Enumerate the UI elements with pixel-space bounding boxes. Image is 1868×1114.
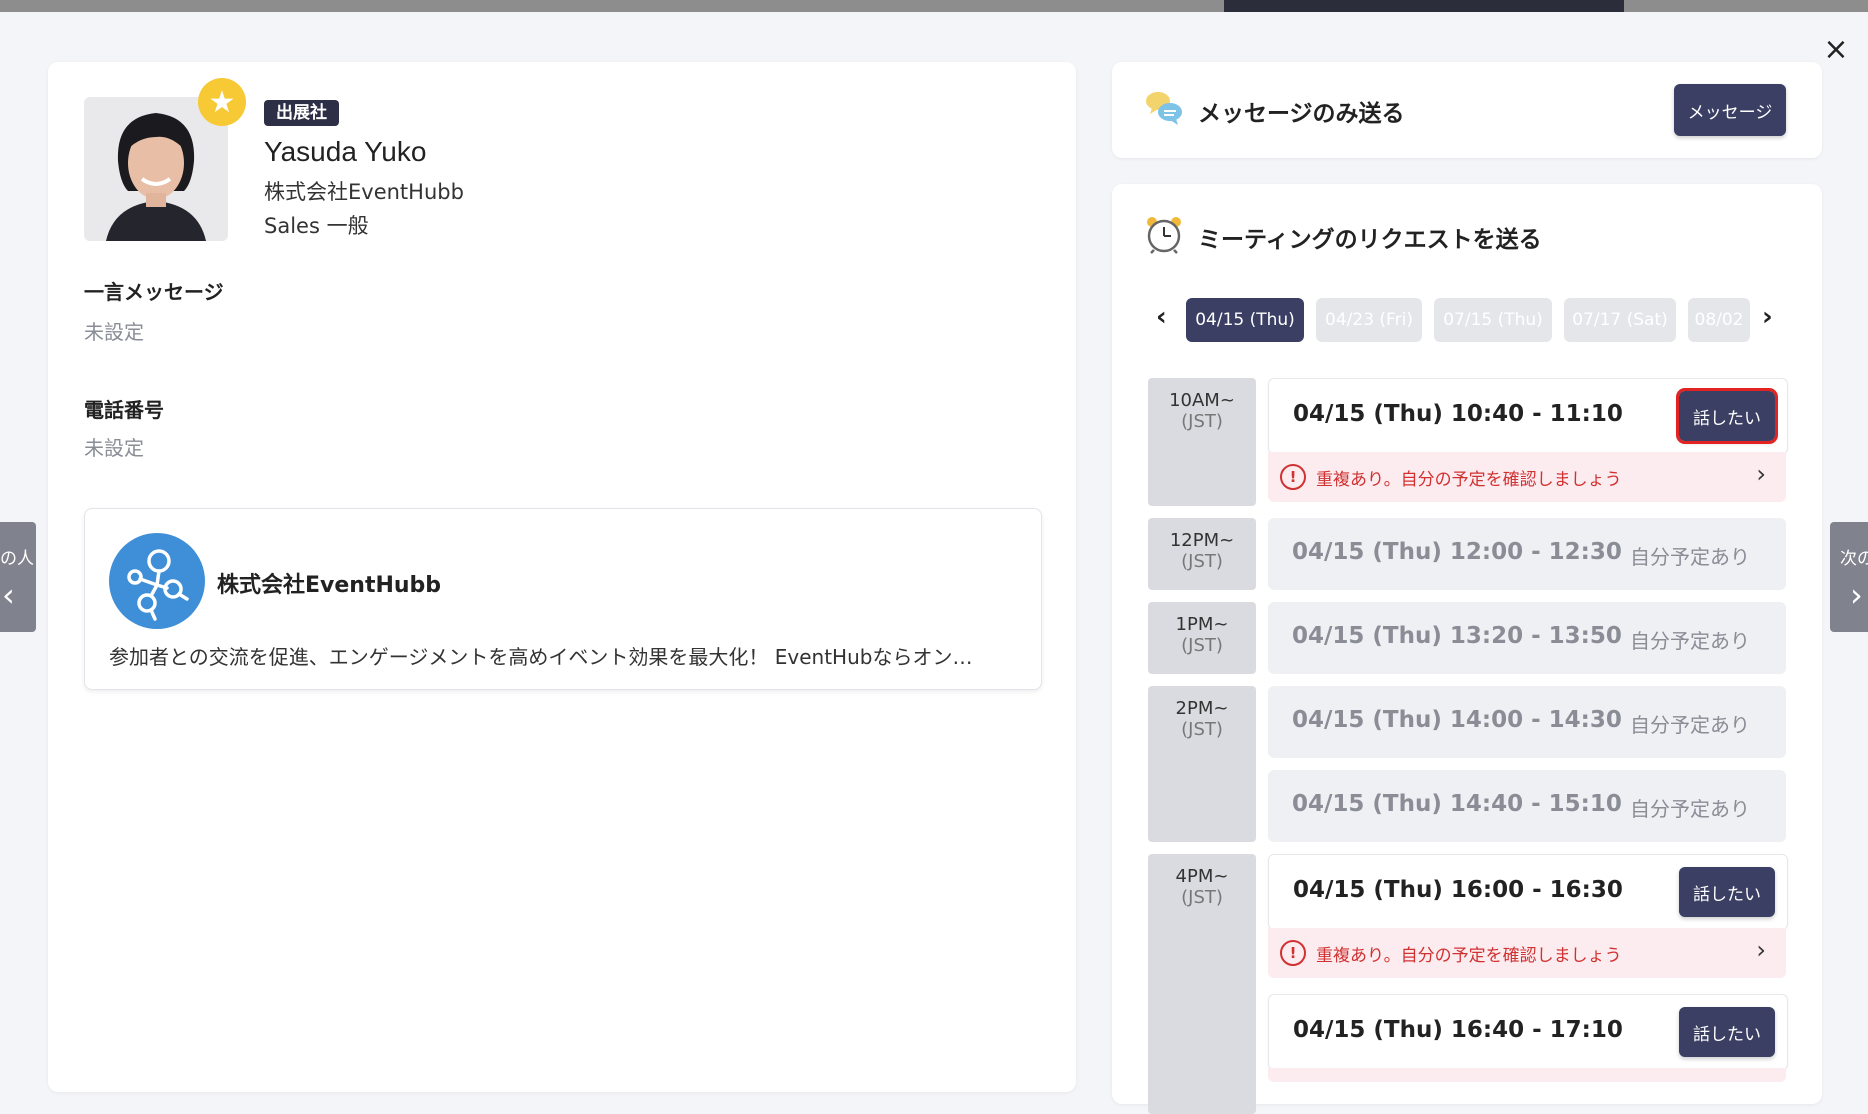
time-label-tz: (JST) [1181, 551, 1223, 572]
message-only-card: メッセージのみ送る メッセージ [1112, 62, 1822, 158]
prev-person-label: の人 [0, 549, 34, 569]
time-label-text: 1PM~ [1175, 614, 1229, 635]
chevron-left-icon: ‹ [2, 576, 15, 614]
message-button[interactable]: メッセージ [1674, 84, 1786, 136]
time-label-2pm: 2PM~ (JST) [1148, 686, 1256, 842]
next-person-button[interactable]: 次の › [1830, 522, 1868, 632]
message-value: 未設定 [84, 320, 144, 344]
alarm-clock-icon [1144, 214, 1184, 254]
time-label-12pm: 12PM~ (JST) [1148, 518, 1256, 590]
slot-busy-status: 自分予定あり [1630, 713, 1750, 737]
meeting-section-title: ミーティングのリクエストを送る [1198, 227, 1542, 253]
slot-time: 04/15 (Thu) 14:00 - 14:30 [1292, 707, 1622, 733]
slot-busy-status: 自分予定あり [1630, 629, 1750, 653]
time-slot: 04/15 (Thu) 16:40 - 17:10 話したい [1268, 994, 1788, 1070]
time-label-text: 10AM~ [1169, 390, 1235, 411]
profile-role: Sales 一般 [264, 214, 369, 238]
chat-bubbles-icon [1144, 88, 1184, 128]
time-label-4pm: 4PM~ (JST) [1148, 854, 1256, 1114]
phone-label: 電話番号 [84, 398, 164, 422]
date-next-chevron-icon[interactable]: › [1762, 302, 1773, 332]
request-talk-button[interactable]: 話したい [1679, 867, 1775, 917]
time-label-text: 2PM~ [1175, 698, 1229, 719]
time-slot: 04/15 (Thu) 16:00 - 16:30 話したい [1268, 854, 1788, 930]
exhibitor-badge: 出展社 [264, 100, 339, 126]
conflict-warning[interactable]: ! 重複あり。自分の予定を確認しましょう › [1268, 452, 1786, 502]
company-description: 参加者との交流を促進、エンゲージメントを高めイベント効果を最大化！ EventH… [109, 645, 973, 669]
meeting-request-card: ミーティングのリクエストを送る ‹ 04/15 (Thu) 04/23 (Fri… [1112, 184, 1822, 1114]
slot-time: 04/15 (Thu) 12:00 - 12:30 [1292, 539, 1622, 565]
phone-value: 未設定 [84, 436, 144, 460]
slot-time: 04/15 (Thu) 16:40 - 17:10 [1293, 1017, 1623, 1043]
date-tab-3[interactable]: 07/17 (Sat) [1564, 298, 1676, 342]
company-name: 株式会社EventHubb [217, 573, 442, 598]
slot-time: 04/15 (Thu) 14:40 - 15:10 [1292, 791, 1622, 817]
message-section-title: メッセージのみ送る [1198, 101, 1405, 127]
star-icon: ★ [198, 78, 246, 126]
chevron-right-icon: › [1756, 936, 1766, 964]
profile-company: 株式会社EventHubb [264, 180, 464, 204]
date-tab-2[interactable]: 07/15 (Thu) [1434, 298, 1552, 342]
time-slot: 04/15 (Thu) 12:00 - 12:30 自分予定あり [1268, 518, 1786, 590]
time-slot: 04/15 (Thu) 14:40 - 15:10 自分予定あり [1268, 770, 1786, 842]
warning-text: 重複あり。自分の予定を確認しましょう [1316, 470, 1622, 490]
chevron-right-icon: › [1756, 460, 1766, 488]
background-page-strip [0, 0, 1868, 12]
slot-time: 04/15 (Thu) 16:00 - 16:30 [1293, 877, 1623, 903]
time-slot: 04/15 (Thu) 10:40 - 11:10 話したい [1268, 378, 1788, 454]
time-label-text: 12PM~ [1169, 530, 1235, 551]
slot-busy-status: 自分予定あり [1630, 797, 1750, 821]
chevron-right-icon: › [1850, 576, 1863, 614]
close-icon[interactable]: × [1818, 32, 1854, 68]
warning-icon: ! [1280, 940, 1306, 966]
time-label-tz: (JST) [1181, 411, 1223, 432]
company-logo [109, 533, 205, 629]
message-label: 一言メッセージ [84, 280, 224, 304]
time-label-tz: (JST) [1181, 887, 1223, 908]
slot-time: 04/15 (Thu) 10:40 - 11:10 [1293, 401, 1623, 427]
warning-icon: ! [1280, 464, 1306, 490]
time-label-10am: 10AM~ (JST) [1148, 378, 1256, 506]
slot-busy-status: 自分予定あり [1630, 545, 1750, 569]
date-tab-1[interactable]: 04/23 (Fri) [1316, 298, 1422, 342]
time-label-tz: (JST) [1181, 635, 1223, 656]
date-tab-0[interactable]: 04/15 (Thu) [1186, 298, 1304, 342]
company-card[interactable]: 株式会社EventHubb 参加者との交流を促進、エンゲージメントを高めイベント… [84, 508, 1042, 690]
time-slot: 04/15 (Thu) 13:20 - 13:50 自分予定あり [1268, 602, 1786, 674]
slot-time: 04/15 (Thu) 13:20 - 13:50 [1292, 623, 1622, 649]
time-label-tz: (JST) [1181, 719, 1223, 740]
request-talk-button[interactable]: 話したい [1679, 1007, 1775, 1057]
time-slot: 04/15 (Thu) 14:00 - 14:30 自分予定あり [1268, 686, 1786, 758]
conflict-warning[interactable]: ! 重複あり。自分の予定を確認しましょう › [1268, 928, 1786, 978]
next-person-label: 次の [1840, 549, 1868, 569]
time-label-1pm: 1PM~ (JST) [1148, 602, 1256, 674]
background-page-dark-block [1224, 0, 1624, 12]
warning-text: 重複あり。自分の予定を確認しましょう [1316, 946, 1622, 966]
date-prev-chevron-icon[interactable]: ‹ [1156, 302, 1167, 332]
request-talk-button[interactable]: 話したい [1676, 388, 1778, 444]
profile-name: Yasuda Yuko [264, 136, 427, 167]
prev-person-button[interactable]: の人 ‹ [0, 522, 36, 632]
time-label-text: 4PM~ [1175, 866, 1229, 887]
date-tab-4[interactable]: 08/02 [1688, 298, 1750, 342]
